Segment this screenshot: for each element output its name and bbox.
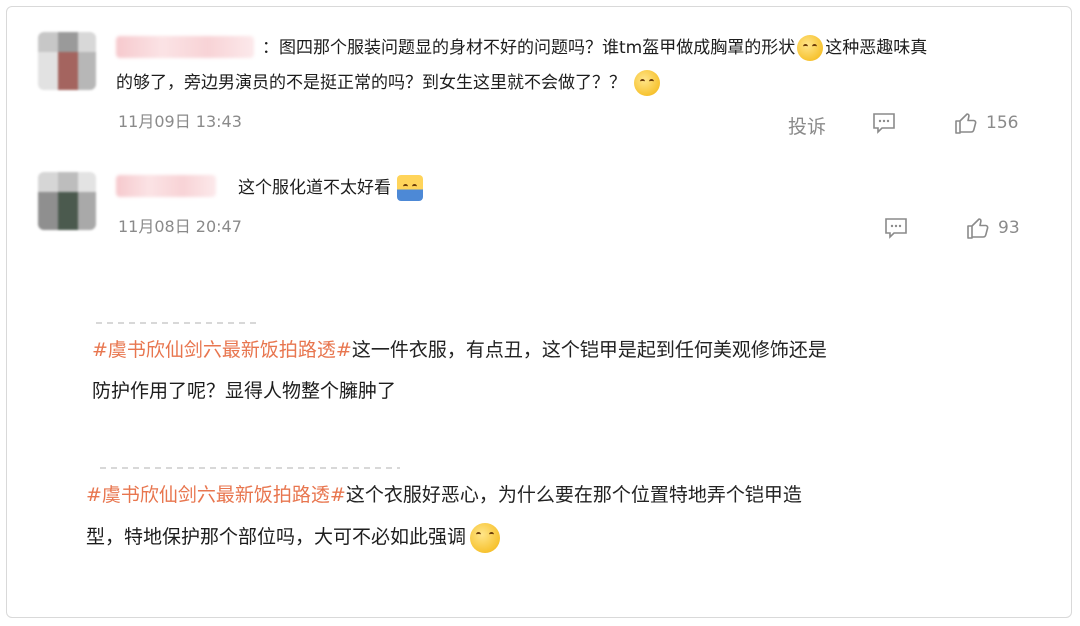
report-button[interactable]: 投诉 [788,112,826,139]
smile-emoji [634,70,660,96]
reply-button[interactable] [884,217,908,239]
comment-text-line2: 的够了，旁边男演员的不是挺正常的吗？到女生这里就不会做了？？ [116,68,662,99]
avatar[interactable] [38,172,96,230]
comment-date: 11月08日 20:47 [118,217,242,236]
divider [100,467,400,469]
wink-emoji [470,522,501,553]
like-button[interactable]: 93 [966,217,1020,239]
hashtag-link[interactable]: #虞书欣仙剑六最新饭拍路透# [92,339,352,361]
divider [96,322,256,324]
post-text-line2: 防护作用了呢？显得人物整个臃肿了 [92,380,397,402]
comment-text-line1: ：图四那个服装问题显的身材不好的问题吗？谁tm盔甲做成胸罩的形状 这种恶趣味真 [262,33,927,64]
post-text-line1: #虞书欣仙剑六最新饭拍路透#这一件衣服，有点丑，这个铠甲是起到任何美观修饰还是 [92,339,827,361]
like-count: 93 [998,218,1020,238]
comment-date: 11月09日 13:43 [118,112,242,131]
post-text-line1: #虞书欣仙剑六最新饭拍路透#这个衣服好恶心，为什么要在那个位置特地弄个铠甲造 [86,484,802,506]
like-button[interactable]: 156 [954,112,1018,134]
comment-icon [873,113,895,134]
thumbs-up-icon [967,218,989,239]
grimace-emoji [797,35,824,61]
comment-icon [885,218,907,239]
like-count: 156 [986,113,1019,133]
comment-text-line1: 这个服化道不太好看 [238,173,425,204]
avatar[interactable] [38,32,96,90]
hashtag-link[interactable]: #虞书欣仙剑六最新饭拍路透# [86,484,346,506]
thumbs-up-icon [955,113,977,134]
username-blurred[interactable] [116,36,254,58]
post-text-line2: 型，特地保护那个部位吗，大可不必如此强调 [86,520,502,554]
reply-button[interactable] [872,112,896,134]
facepalm-emoji [397,175,423,201]
username-blurred[interactable] [116,175,216,197]
